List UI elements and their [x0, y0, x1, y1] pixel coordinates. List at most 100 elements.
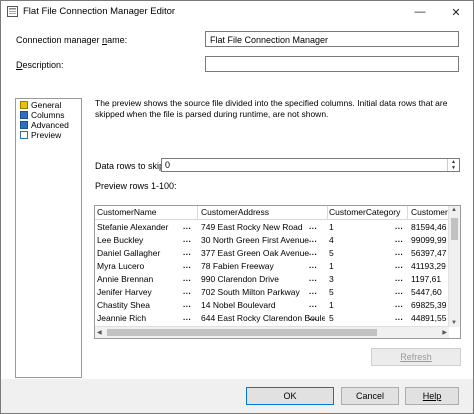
cell-ellipsis-button[interactable]: ...	[309, 221, 317, 234]
description-label: Description:	[16, 60, 64, 70]
table-row[interactable]: Annie Brennan 990 Clarendon Drive 3 1197,61…	[95, 273, 450, 286]
close-icon: ✕	[451, 6, 461, 19]
table-cell: 5	[329, 313, 334, 323]
table-cell: 3	[329, 274, 334, 284]
table-cell: 749 East Rocky New Road	[201, 222, 303, 232]
description-input[interactable]	[205, 56, 459, 72]
table-cell: 30 North Green First Avenue	[201, 235, 310, 245]
table-row[interactable]: Lee Buckley 30 North Green First Avenue 4 9…	[95, 234, 450, 247]
table-cell: 99099,99	[411, 235, 447, 245]
cell-ellipsis-button[interactable]: ...	[183, 221, 191, 234]
cancel-label: Cancel	[355, 391, 384, 401]
table-cell: 5	[329, 287, 334, 297]
table-cell: Chastity Shea	[97, 300, 150, 310]
cell-ellipsis-button[interactable]: ...	[395, 247, 403, 260]
columns-icon	[20, 111, 28, 119]
table-cell: 1	[329, 300, 334, 310]
cell-ellipsis-button[interactable]: ...	[183, 312, 191, 325]
scroll-up-icon[interactable]: ▲	[451, 207, 457, 213]
title-bar: Flat File Connection Manager Editor — ✕	[1, 1, 473, 23]
column-header[interactable]: CustomerBa	[411, 206, 450, 219]
table-cell: 41193,29	[411, 261, 446, 271]
column-header[interactable]: CustomerCategory	[329, 206, 408, 219]
nav-item-label: General	[31, 100, 62, 110]
scroll-right-icon[interactable]: ▶	[442, 329, 447, 336]
cell-ellipsis-button[interactable]: ...	[183, 273, 191, 286]
table-row[interactable]: Stefanie Alexander 749 East Rocky New Roa…	[95, 221, 450, 234]
skip-rows-label: Data rows to skip:	[95, 161, 167, 171]
cell-ellipsis-button[interactable]: ...	[183, 299, 191, 312]
cell-ellipsis-button[interactable]: ...	[395, 312, 403, 325]
preview-description: The preview shows the source file divide…	[95, 98, 448, 119]
ok-button[interactable]: OK	[246, 387, 334, 405]
scroll-down-icon[interactable]: ▼	[451, 320, 457, 326]
table-row[interactable]: Myra Lucero 78 Fabien Freeway 1 41193,29...…	[95, 260, 450, 273]
stepper-down-icon[interactable]: ▼	[448, 165, 459, 171]
cell-ellipsis-button[interactable]: ...	[309, 286, 317, 299]
table-cell: Jeannie Rich	[97, 313, 147, 323]
table-cell: Stefanie Alexander	[97, 222, 169, 232]
nav-item-label: Columns	[31, 110, 65, 120]
preview-grid[interactable]: CustomerName CustomerAddress CustomerCat…	[94, 205, 461, 339]
window-title: Flat File Connection Manager Editor	[23, 6, 176, 17]
table-cell: 377 East Green Oak Avenue	[201, 248, 310, 258]
scroll-left-icon[interactable]: ◀	[97, 329, 102, 336]
cell-ellipsis-button[interactable]: ...	[395, 221, 403, 234]
stepper-arrows[interactable]: ▲ ▼	[447, 159, 459, 171]
dialog-window: Flat File Connection Manager Editor — ✕ …	[0, 0, 474, 414]
cell-ellipsis-button[interactable]: ...	[395, 273, 403, 286]
cancel-button[interactable]: Cancel	[341, 387, 399, 405]
nav-item-preview[interactable]: Preview	[20, 130, 61, 140]
table-row[interactable]: Daniel Gallagher 377 East Green Oak Avenu…	[95, 247, 450, 260]
table-row[interactable]: Jenifer Harvey 702 South Milton Parkway 5 5…	[95, 286, 450, 299]
cell-ellipsis-button[interactable]: ...	[309, 247, 317, 260]
cell-ellipsis-button[interactable]: ...	[309, 299, 317, 312]
close-button[interactable]: ✕	[441, 1, 471, 23]
table-row[interactable]: Chastity Shea 14 Nobel Boulevard 1 69825,39…	[95, 299, 450, 312]
table-cell: 702 South Milton Parkway	[201, 287, 300, 297]
nav-panel: General Columns Advanced Preview	[15, 98, 82, 378]
nav-item-columns[interactable]: Columns	[20, 110, 65, 120]
help-label: Help	[422, 391, 442, 401]
cell-ellipsis-button[interactable]: ...	[183, 247, 191, 260]
cell-ellipsis-button[interactable]: ...	[395, 234, 403, 247]
cell-ellipsis-button[interactable]: ...	[395, 260, 403, 273]
column-header[interactable]: CustomerName	[97, 206, 198, 219]
skip-rows-stepper[interactable]: 0 ▲ ▼	[161, 158, 460, 172]
table-cell: Jenifer Harvey	[97, 287, 152, 297]
horizontal-scroll-thumb[interactable]	[107, 329, 377, 336]
cell-ellipsis-button[interactable]: ...	[309, 234, 317, 247]
column-header[interactable]: CustomerAddress	[201, 206, 328, 219]
cell-ellipsis-button[interactable]: ...	[183, 234, 191, 247]
minimize-button[interactable]: —	[405, 1, 435, 23]
table-cell: 990 Clarendon Drive	[201, 274, 279, 284]
connection-name-input[interactable]: Flat File Connection Manager	[205, 31, 459, 47]
cell-ellipsis-button[interactable]: ...	[309, 273, 317, 286]
connection-name-value: Flat File Connection Manager	[210, 35, 329, 45]
table-cell: 5	[329, 248, 334, 258]
horizontal-scrollbar[interactable]: ◀ ▶	[95, 326, 449, 338]
refresh-button[interactable]: Refresh	[371, 348, 461, 366]
table-cell: 56397,47	[411, 248, 447, 258]
vertical-scroll-thumb[interactable]	[451, 218, 458, 240]
nav-item-advanced[interactable]: Advanced	[20, 120, 69, 130]
cell-ellipsis-button[interactable]: ...	[183, 286, 191, 299]
table-cell: Daniel Gallagher	[97, 248, 161, 258]
preview-icon	[20, 131, 28, 139]
app-icon	[7, 6, 18, 17]
nav-item-label: Preview	[31, 130, 62, 140]
cell-ellipsis-button[interactable]: ...	[183, 260, 191, 273]
cell-ellipsis-button[interactable]: ...	[309, 312, 317, 325]
refresh-label: Refresh	[400, 352, 432, 362]
nav-item-general[interactable]: General	[20, 100, 61, 110]
table-row[interactable]: Jeannie Rich 644 East Rocky Clarendon Bou…	[95, 312, 450, 325]
table-cell: 5447,60	[411, 287, 442, 297]
help-button[interactable]: Help	[405, 387, 459, 405]
cell-ellipsis-button[interactable]: ...	[309, 260, 317, 273]
cell-ellipsis-button[interactable]: ...	[395, 286, 403, 299]
vertical-scrollbar[interactable]: ▲ ▼	[448, 206, 460, 327]
cell-ellipsis-button[interactable]: ...	[395, 299, 403, 312]
table-cell: 69825,39	[411, 300, 447, 310]
table-cell: 81594,46	[411, 222, 447, 232]
table-cell: 4	[329, 235, 334, 245]
